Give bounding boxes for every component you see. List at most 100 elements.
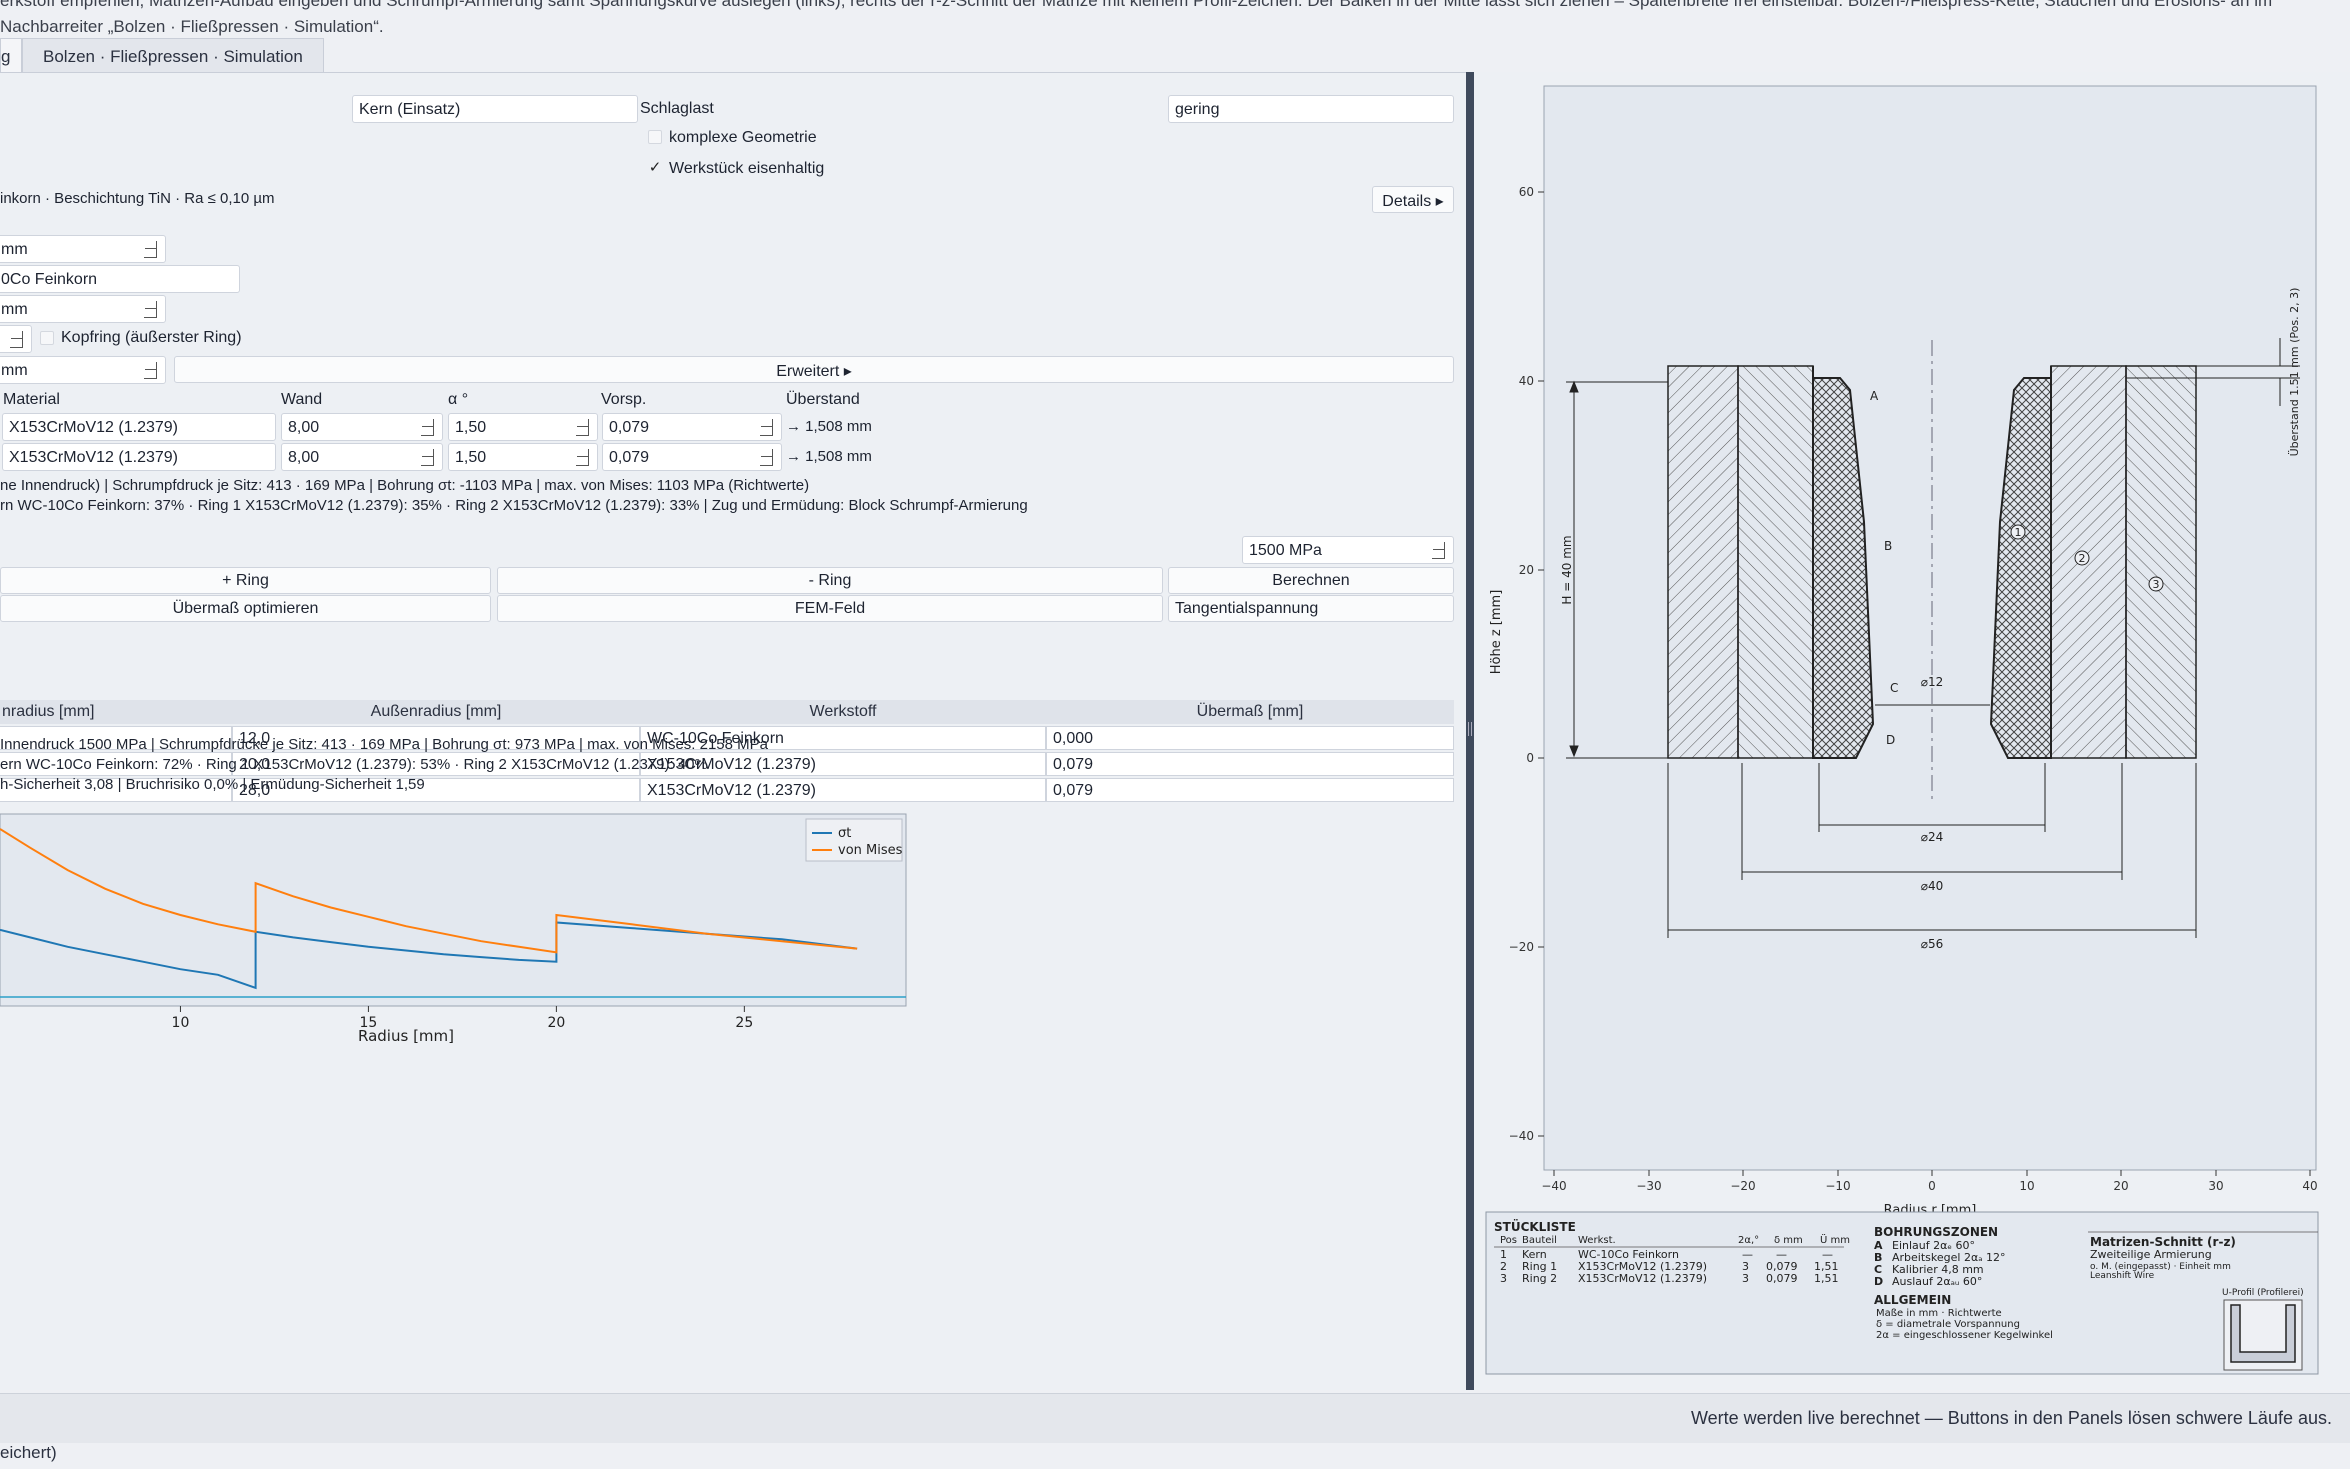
- ring1-vorsp-input[interactable]: 0,079: [602, 413, 782, 441]
- ring1-wand-input[interactable]: 8,00: [281, 413, 443, 441]
- tab-bar: g Bolzen · Fließpressen · Simulation: [0, 38, 324, 72]
- chart-xtick-label: 10: [172, 1015, 190, 1031]
- block-note-2: Leanshift Wire: [2090, 1271, 2155, 1281]
- th-material: Werkstoff: [640, 700, 1046, 724]
- bom-row3-angle: 3: [1742, 1272, 1749, 1285]
- optimize-interference-button[interactable]: Übermaß optimieren: [0, 595, 491, 622]
- status-bar: Werte werden live berechnet — Buttons in…: [0, 1393, 2350, 1443]
- position-2-label: 2: [2079, 552, 2086, 565]
- splitter-grip[interactable]: [1468, 722, 1472, 736]
- fem-field-button[interactable]: FEM-Feld: [497, 595, 1163, 622]
- ring1-ueberstand: → 1,508 mm: [786, 418, 872, 435]
- core-material-select[interactable]: 0Co Feinkorn: [0, 265, 240, 293]
- xtick-10: 10: [2019, 1179, 2034, 1193]
- erweitert-button[interactable]: Erweitert ▸: [174, 356, 1454, 383]
- left-panel: Kern (Einsatz) Schlaglast gering komplex…: [0, 72, 1466, 1390]
- cell-material-3[interactable]: X153CrMoV12 (1.2379): [640, 778, 1046, 802]
- ring1-alpha-input[interactable]: 1,50: [448, 413, 598, 441]
- col-vorsp-header: Vorsp.: [601, 391, 647, 408]
- inner-pressure-input[interactable]: 1500 MPa: [1242, 536, 1454, 564]
- die-section-drawing: 60 40 20 0 −20 −40 −40 −30 −20 −10 0 10 …: [1485, 85, 2319, 1375]
- zone-d-desc: Auslauf 2αₐᵤ 60°: [1892, 1275, 1982, 1288]
- tab-active[interactable]: g: [0, 38, 22, 72]
- drawing-plot-area: [1543, 85, 2317, 1171]
- ring-count-input[interactable]: [0, 325, 32, 353]
- ring1-material-select[interactable]: X153CrMoV12 (1.2379): [2, 413, 276, 441]
- diameter-input[interactable]: mm: [0, 235, 166, 263]
- chart-plot-area: [0, 813, 907, 1007]
- bom-row3-material: X153CrMoV12 (1.2379): [1578, 1272, 1707, 1285]
- zone-b-label: B: [1884, 539, 1892, 553]
- chart-xtick-label: 20: [547, 1015, 565, 1031]
- th-interference: Übermaß [mm]: [1046, 700, 1454, 724]
- complex-geometry-checkbox[interactable]: [648, 130, 662, 144]
- block-subtitle: Zweiteilige Armierung: [2090, 1248, 2212, 1261]
- ferrous-checkbox[interactable]: ✓: [648, 160, 662, 175]
- dim-d12: ⌀12: [1921, 675, 1944, 689]
- cell-ueber-1[interactable]: 0,000: [1046, 726, 1454, 750]
- bom-row3-part: Ring 2: [1522, 1272, 1557, 1285]
- general-note-2: δ = diametrale Vorspannung: [1876, 1319, 2020, 1330]
- xtick-30: 30: [2208, 1179, 2223, 1193]
- height-dimension-label: H = 40 mm: [1560, 535, 1574, 604]
- drawing-ylabel: Höhe z [mm]: [1489, 590, 1504, 675]
- ring1-right-section: [2050, 365, 2127, 759]
- cell-ueber-3[interactable]: 0,079: [1046, 778, 1454, 802]
- column-splitter[interactable]: [1466, 72, 1474, 1390]
- kopfring-checkbox[interactable]: [40, 331, 54, 345]
- recommendation-text: inkorn · Beschichtung TiN · Ra ≤ 0,10 µm: [0, 190, 275, 207]
- add-ring-button[interactable]: + Ring: [0, 567, 491, 594]
- details-button[interactable]: Details ▸: [1372, 186, 1454, 213]
- general-note-3: 2α = eingeschlossener Kegelwinkel: [1876, 1330, 2053, 1341]
- part-select[interactable]: Kern (Einsatz): [352, 95, 638, 123]
- tangential-stress-button[interactable]: Tangentialspannung: [1168, 595, 1454, 622]
- xtick-m20: −20: [1730, 1179, 1755, 1193]
- xtick-20: 20: [2113, 1179, 2128, 1193]
- col-ueberstand-header: Überstand: [786, 391, 860, 408]
- bom-row3-pos: 3: [1500, 1272, 1507, 1285]
- dim-d40: ⌀40: [1921, 879, 1944, 893]
- ytick-60: 60: [1519, 185, 1534, 199]
- tab-bolzen-fliesspressen[interactable]: Bolzen · Fließpressen · Simulation: [22, 38, 324, 72]
- dim-d24: ⌀24: [1921, 830, 1944, 844]
- ring2-right-section: [2125, 365, 2197, 759]
- bom-row3-ue: 1,51: [1814, 1272, 1839, 1285]
- ring2-material-select[interactable]: X153CrMoV12 (1.2379): [2, 443, 276, 471]
- th-outer-radius: Außenradius [mm]: [232, 700, 640, 724]
- xtick-0: 0: [1928, 1179, 1936, 1193]
- ring2-alpha-input[interactable]: 1,50: [448, 443, 598, 471]
- zones-title: BOHRUNGSZONEN: [1874, 1225, 1998, 1239]
- kopfring-label: Kopfring (äußerster Ring): [61, 329, 242, 346]
- result-line-2: ern WC-10Co Feinkorn: 72% · Ring 1 X153C…: [0, 756, 708, 773]
- position-1-label: 1: [2015, 526, 2022, 539]
- load-label: Schlaglast: [640, 100, 714, 117]
- chart-legend-label: von Mises: [838, 843, 903, 858]
- height-input[interactable]: mm: [0, 295, 166, 323]
- ring2-left-section: [1667, 365, 1739, 759]
- position-3-label: 3: [2153, 578, 2160, 591]
- ring2-vorsp-input[interactable]: 0,079: [602, 443, 782, 471]
- calculate-button[interactable]: Berechnen: [1168, 567, 1454, 594]
- bom-header-delta: δ mm: [1774, 1235, 1803, 1246]
- xtick-40: 40: [2302, 1179, 2317, 1193]
- bom-header-part: Bauteil: [1522, 1235, 1557, 1246]
- ytick-20: 20: [1519, 563, 1534, 577]
- load-select[interactable]: gering: [1168, 95, 1454, 123]
- wall-input[interactable]: mm: [0, 356, 166, 384]
- cell-ueber-2[interactable]: 0,079: [1046, 752, 1454, 776]
- xtick-m40: −40: [1541, 1179, 1566, 1193]
- dim-d56: ⌀56: [1921, 937, 1944, 951]
- shrink-summary-2: rn WC-10Co Feinkorn: 37% · Ring 1 X153Cr…: [0, 497, 1028, 514]
- ytick-0: 0: [1526, 751, 1534, 765]
- chart-legend-label: σt: [838, 826, 851, 841]
- bom-header-material: Werkst.: [1578, 1235, 1616, 1246]
- ytick-m20: −20: [1509, 940, 1534, 954]
- general-note-1: Maße in mm · Richtwerte: [1876, 1308, 2002, 1319]
- bom-header-pos: Pos: [1500, 1235, 1517, 1246]
- remove-ring-button[interactable]: - Ring: [497, 567, 1163, 594]
- xtick-m10: −10: [1825, 1179, 1850, 1193]
- status-message: Werte werden live berechnet — Buttons in…: [1690, 1408, 2332, 1428]
- right-panel: 60 40 20 0 −20 −40 −40 −30 −20 −10 0 10 …: [1474, 72, 2350, 1390]
- block-title: Matrizen-Schnitt (r-z): [2090, 1235, 2236, 1249]
- ring2-wand-input[interactable]: 8,00: [281, 443, 443, 471]
